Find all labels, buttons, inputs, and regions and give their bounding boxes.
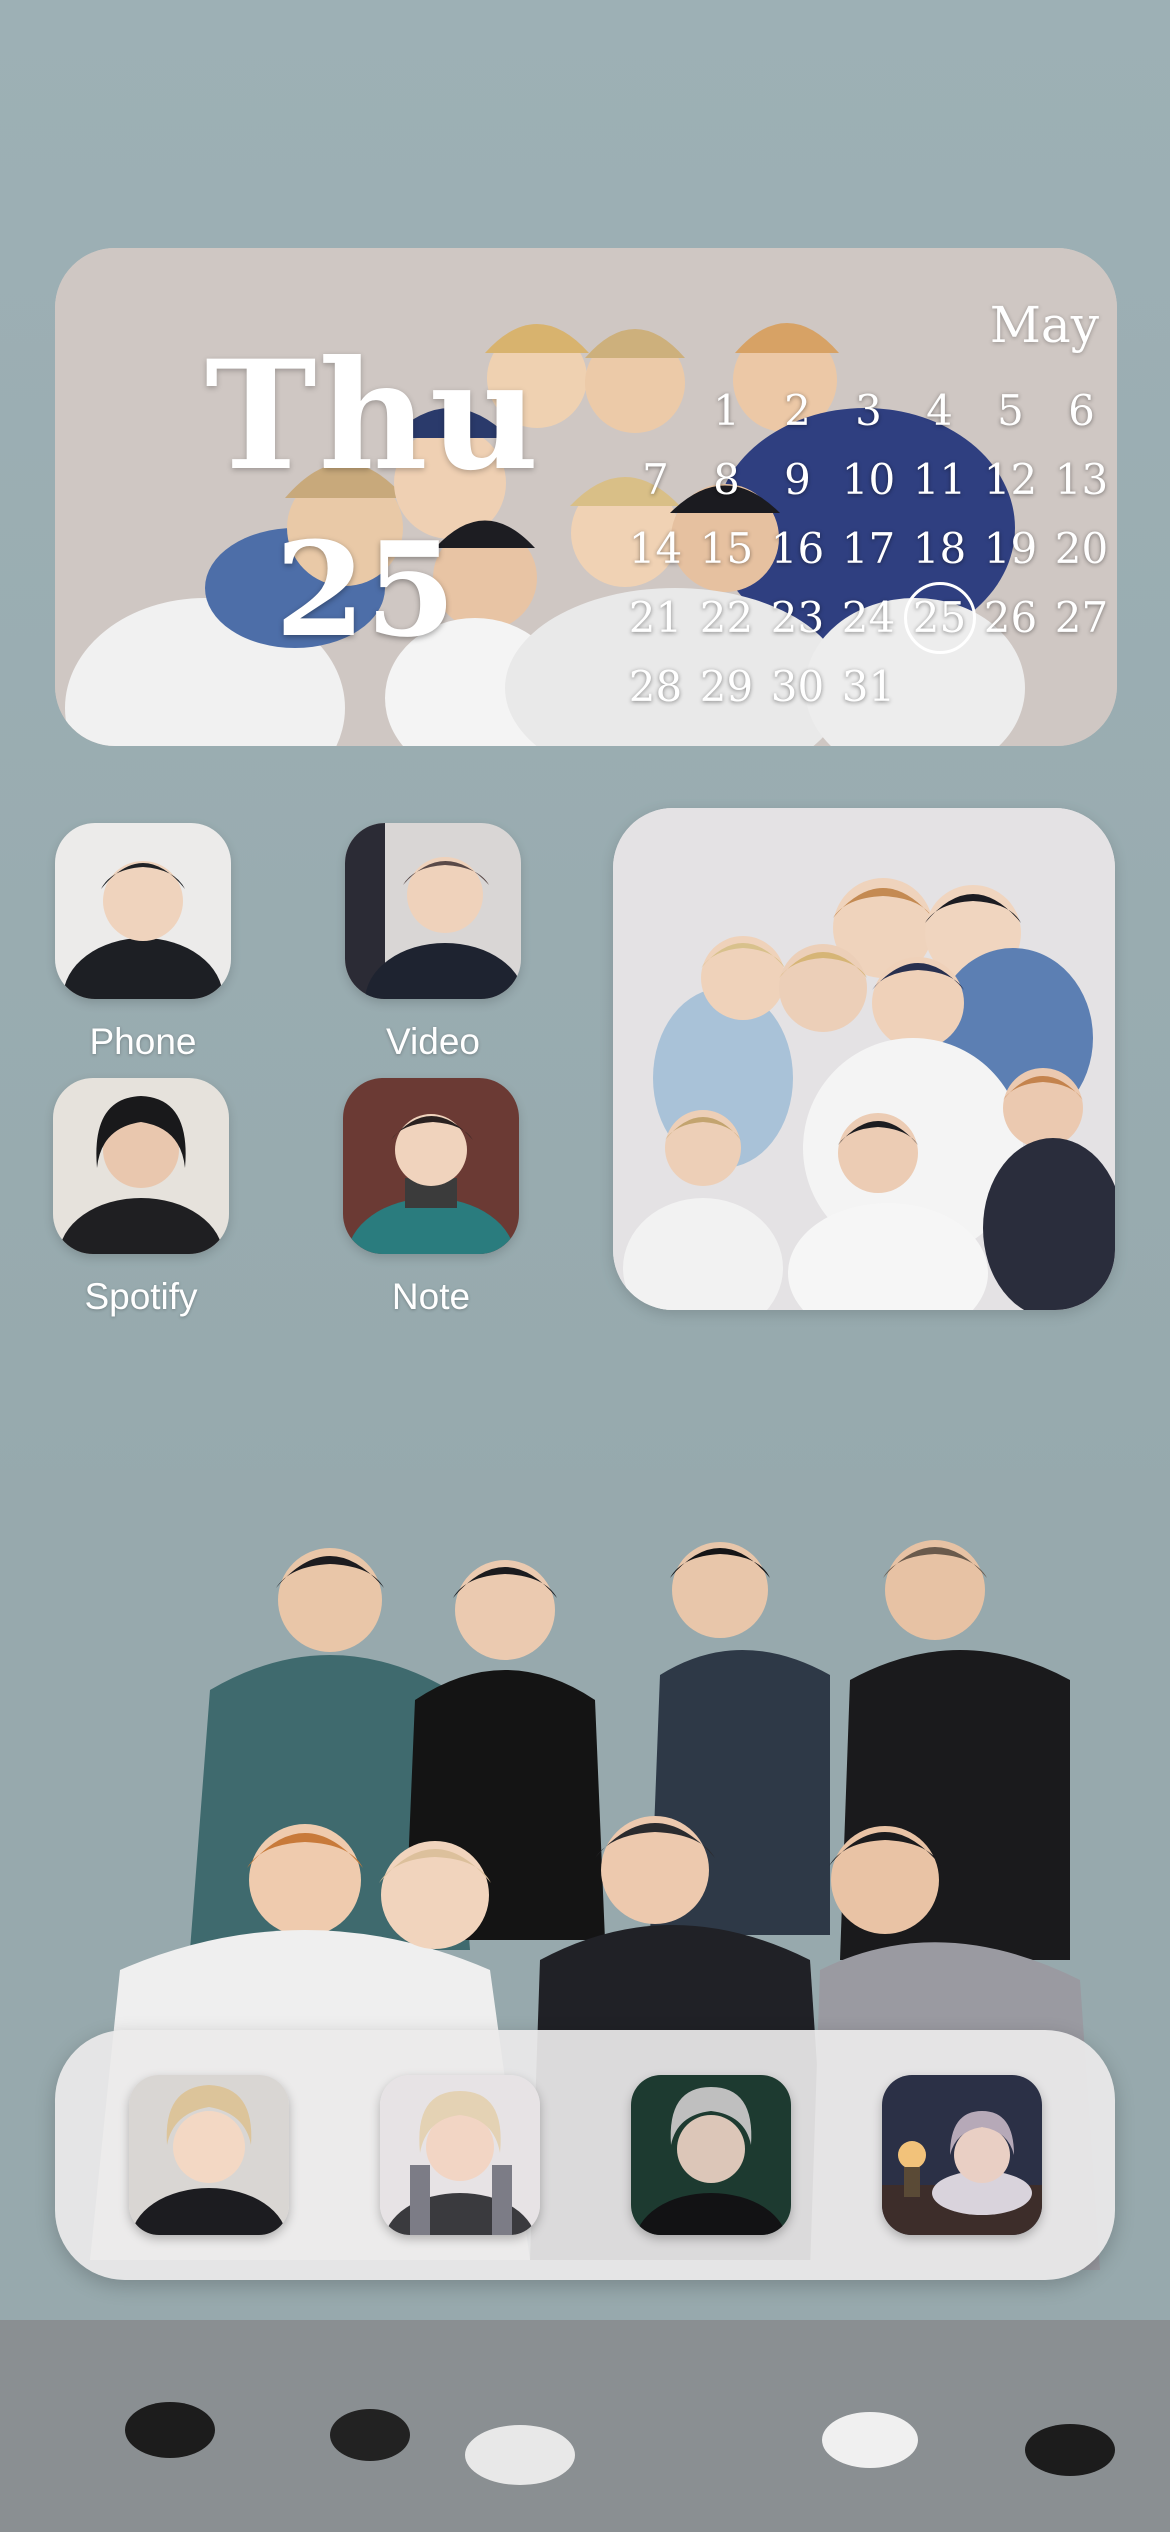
spotify-app-icon[interactable] xyxy=(53,1078,229,1254)
app-note[interactable]: Note xyxy=(343,1078,519,1318)
calendar-week: 21 22 23 24 25 26 27 xyxy=(620,583,1117,652)
video-app-label: Video xyxy=(386,1021,480,1062)
calendar-week: 1 2 3 4 5 6 xyxy=(620,376,1117,445)
home-screen: Thu 25 May 1 2 3 4 5 6 7 8 9 10 11 12 13 xyxy=(0,0,1170,2532)
calendar-week: 14 15 16 17 18 19 20 xyxy=(620,514,1117,583)
photo-icon-2[interactable] xyxy=(380,2075,540,2235)
calendar-date: 23 xyxy=(770,593,825,642)
calendar-date: 3 xyxy=(855,386,882,435)
calendar-date: 28 xyxy=(628,662,683,711)
calendar-date: 29 xyxy=(699,662,754,711)
calendar-week: 7 8 9 10 11 12 13 xyxy=(620,445,1117,514)
calendar-date: 24 xyxy=(841,593,896,642)
photo-widget[interactable] xyxy=(613,808,1115,1310)
calendar-date-today: 25 xyxy=(904,593,975,642)
calendar-date: 1 xyxy=(713,386,740,435)
calendar-date: 21 xyxy=(628,593,683,642)
phone-app-label: Phone xyxy=(89,1021,197,1062)
calendar-widget[interactable]: Thu 25 May 1 2 3 4 5 6 7 8 9 10 11 12 13 xyxy=(55,248,1117,746)
photo-icon-3[interactable] xyxy=(631,2075,791,2235)
calendar-day-name: Thu xyxy=(205,328,541,504)
calendar-date: 7 xyxy=(642,455,669,504)
app-phone[interactable]: Phone xyxy=(55,823,231,1063)
calendar-date: 10 xyxy=(841,455,896,504)
calendar-date: 2 xyxy=(784,386,811,435)
wallpaper-photo xyxy=(0,1470,1170,2532)
calendar-date: 18 xyxy=(912,524,967,573)
calendar-date: 11 xyxy=(912,455,967,504)
calendar-date: 5 xyxy=(997,386,1024,435)
calendar-date: 30 xyxy=(770,662,825,711)
calendar-week: 28 29 30 31 xyxy=(620,652,1117,721)
photo-widget-image xyxy=(613,808,1115,1310)
calendar-month: May xyxy=(989,296,1099,354)
calendar-date: 13 xyxy=(1054,455,1109,504)
calendar-date: 8 xyxy=(713,455,740,504)
calendar-date: 16 xyxy=(770,524,825,573)
video-app-icon[interactable] xyxy=(345,823,521,999)
calendar-date: 14 xyxy=(628,524,683,573)
calendar-date: 6 xyxy=(1068,386,1095,435)
calendar-date: 9 xyxy=(784,455,811,504)
spotify-app-label: Spotify xyxy=(84,1276,198,1317)
app-video[interactable]: Video xyxy=(345,823,521,1063)
calendar-date: 31 xyxy=(841,662,896,711)
calendar-date: 26 xyxy=(983,593,1038,642)
calendar-date: 27 xyxy=(1054,593,1109,642)
calendar-date: 22 xyxy=(699,593,754,642)
phone-app-icon[interactable] xyxy=(55,823,231,999)
photo-icon-4[interactable] xyxy=(882,2075,1042,2235)
note-app-label: Note xyxy=(391,1276,471,1317)
calendar-grid: 1 2 3 4 5 6 7 8 9 10 11 12 13 14 15 16 1… xyxy=(620,376,1117,721)
calendar-date: 20 xyxy=(1054,524,1109,573)
calendar-date: 17 xyxy=(841,524,896,573)
photo-icon-1[interactable] xyxy=(129,2075,289,2235)
calendar-date: 15 xyxy=(699,524,754,573)
calendar-date: 12 xyxy=(983,455,1038,504)
calendar-date: 19 xyxy=(983,524,1038,573)
note-app-icon[interactable] xyxy=(343,1078,519,1254)
calendar-day-number: 25 xyxy=(275,513,456,666)
dock xyxy=(55,2030,1115,2280)
calendar-date: 4 xyxy=(926,386,953,435)
app-spotify[interactable]: Spotify xyxy=(53,1078,229,1318)
